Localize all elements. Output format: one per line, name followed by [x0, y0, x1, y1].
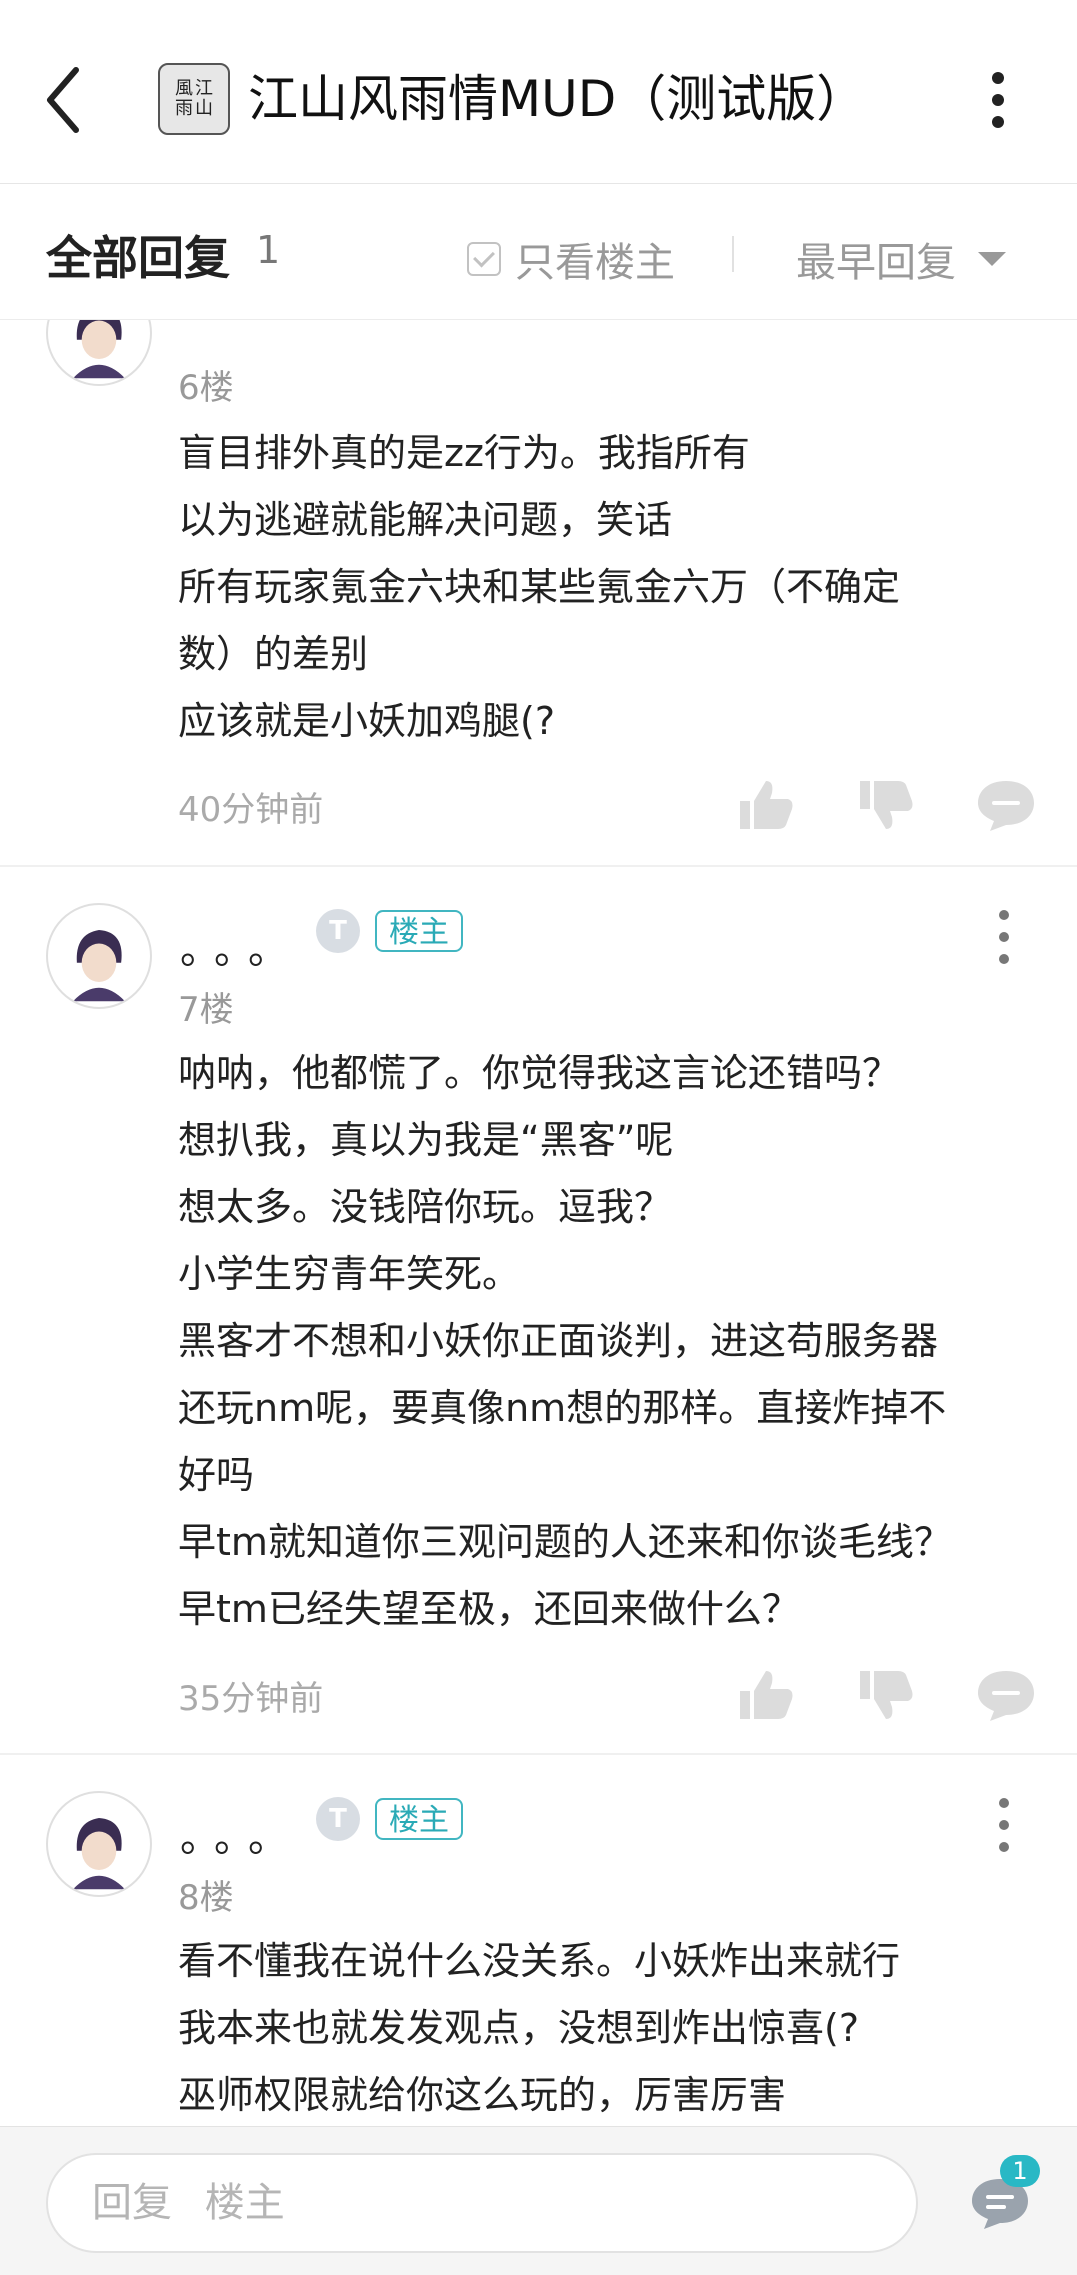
username[interactable]: 。。。	[180, 917, 302, 975]
floor-number: 8楼	[178, 1878, 234, 1918]
floor-number: 7楼	[178, 990, 234, 1030]
reply-post: 。。。 T 楼主 8楼 看不懂我在说什么没关系。小妖炸出来就行 我本来也就发发观…	[0, 1755, 1077, 2126]
sort-order-dropdown[interactable]: 最早回复	[796, 230, 1006, 288]
post-line: 想扒我，真以为我是“黑客”呢	[178, 1118, 674, 1162]
thumbs-up-icon[interactable]	[736, 777, 796, 833]
post-line: 好吗	[178, 1453, 255, 1497]
post-line: 呐呐，他都慌了。你觉得我这言论还错吗？	[178, 1051, 901, 1095]
post-line: 想太多。没钱陪你玩。逗我？	[178, 1185, 673, 1229]
reply-input[interactable]: 回复 楼主	[46, 2153, 918, 2253]
post-line: 还玩nm呢，要真像nm想的那样。直接炸掉不	[178, 1386, 947, 1430]
divider	[732, 236, 734, 272]
only-host-toggle[interactable]: 只看楼主	[467, 230, 675, 288]
back-arrow-icon[interactable]	[40, 62, 90, 138]
reply-count: 1	[256, 228, 281, 272]
dropdown-triangle-icon	[978, 252, 1006, 266]
reply-bar: 回复 楼主 1	[0, 2126, 1077, 2275]
host-tag: 楼主	[375, 910, 463, 952]
level-badge: T	[316, 909, 360, 953]
post-line: 所有玩家氪金六块和某些氪金六万（不确定	[178, 565, 901, 609]
more-vertical-icon[interactable]	[983, 70, 1013, 130]
reply-post: 。。。 T 楼主 6楼 盲目排外真的是zz行为。我指所有 以为逃避就能解决问题，…	[0, 257, 1077, 865]
app-logo[interactable]: 風 江 雨 山	[158, 63, 230, 135]
top-header: 風 江 雨 山 江山风雨情MUD（测试版）	[0, 0, 1077, 184]
thumbs-down-icon[interactable]	[856, 1667, 916, 1723]
post-line: 早tm就知道你三观问题的人还来和你谈毛线？	[178, 1520, 952, 1564]
thumbs-down-icon[interactable]	[856, 777, 916, 833]
page-title: 江山风雨情MUD（测试版）	[248, 70, 867, 128]
post-line: 盲目排外真的是zz行为。我指所有	[178, 431, 750, 475]
avatar[interactable]	[46, 1791, 152, 1897]
username[interactable]: 。。。	[180, 1805, 302, 1863]
post-line: 看不懂我在说什么没关系。小妖炸出来就行	[178, 1939, 901, 1983]
post-body: 呐呐，他都慌了。你觉得我这言论还错吗？ 想扒我，真以为我是“黑客”呢 想太多。没…	[178, 1040, 1038, 1643]
all-replies-title: 全部回复	[46, 231, 230, 285]
more-vertical-icon[interactable]	[992, 909, 1016, 965]
post-line: 巫师权限就给你这么玩的，厉害厉害	[178, 2073, 787, 2117]
comment-bubble-icon[interactable]	[976, 777, 1036, 833]
post-time: 40分钟前	[178, 790, 324, 830]
host-tag: 楼主	[375, 1798, 463, 1840]
post-line: 应该就是小妖加鸡腿(?	[178, 699, 555, 743]
post-line: 黑客才不想和小妖你正面谈判，进这苟服务器	[178, 1319, 939, 1363]
sort-order-label: 最早回复	[796, 240, 956, 286]
reply-post: 。。。 T 楼主 7楼 呐呐，他都慌了。你觉得我这言论还错吗？ 想扒我，真以为我…	[0, 867, 1077, 1753]
only-host-label: 只看楼主	[515, 240, 675, 286]
post-line: 数）的差别	[178, 632, 369, 676]
avatar[interactable]	[46, 903, 152, 1009]
more-vertical-icon[interactable]	[992, 1797, 1016, 1853]
post-time: 35分钟前	[178, 1679, 324, 1719]
post-line: 早tm已经失望至极，还回来做什么？	[178, 1587, 800, 1631]
post-line: 我本来也就发发观点，没想到炸出惊喜(?	[178, 2006, 859, 2050]
post-line: 以为逃避就能解决问题，笑话	[178, 498, 673, 542]
post-body: 盲目排外真的是zz行为。我指所有 以为逃避就能解决问题，笑话 所有玩家氪金六块和…	[178, 420, 1038, 755]
thumbs-up-icon[interactable]	[736, 1667, 796, 1723]
level-badge: T	[316, 1797, 360, 1841]
comment-count-badge: 1	[1000, 2155, 1040, 2187]
post-line: 小学生穷青年笑死。	[178, 1252, 521, 1296]
comment-bubble-icon[interactable]	[976, 1667, 1036, 1723]
post-body: 看不懂我在说什么没关系。小妖炸出来就行 我本来也就发发观点，没想到炸出惊喜(? …	[178, 1928, 1038, 2129]
reply-filter-bar: 全部回复 1 只看楼主 最早回复	[0, 184, 1077, 320]
floor-number: 6楼	[178, 368, 234, 408]
checkbox-icon[interactable]	[467, 242, 501, 276]
